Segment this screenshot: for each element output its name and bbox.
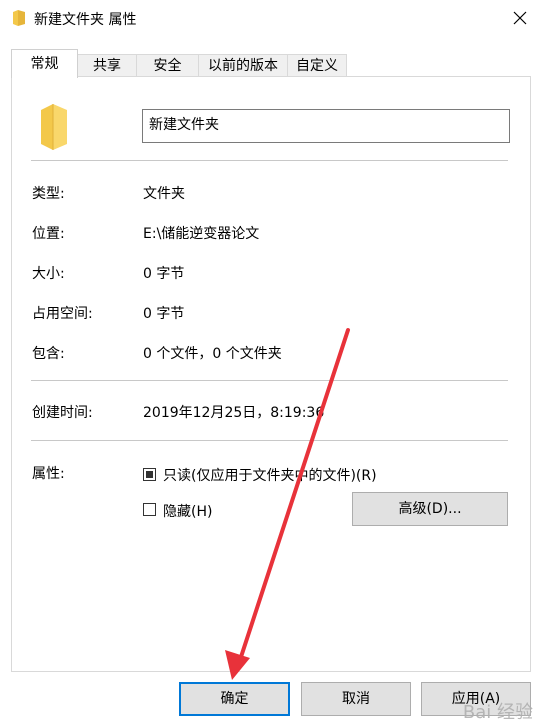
type-label: 类型: <box>32 186 65 202</box>
close-icon <box>513 11 527 25</box>
size-on-disk-value: 0 字节 <box>143 306 185 322</box>
window-title: 新建文件夹 属性 <box>34 12 137 28</box>
created-label: 创建时间: <box>32 405 93 421</box>
size-value: 0 字节 <box>143 266 185 282</box>
tab-bar: 常规 共享 安全 以前的版本 自定义 <box>11 49 531 78</box>
created-value: 2019年12月25日，8:19:36 <box>143 405 325 421</box>
cancel-button[interactable]: 取消 <box>301 682 411 716</box>
tab-previous-versions[interactable]: 以前的版本 <box>198 54 288 76</box>
size-on-disk-label: 占用空间: <box>32 306 93 322</box>
divider <box>31 440 508 441</box>
folder-icon <box>13 10 25 26</box>
readonly-checkbox[interactable] <box>143 468 156 481</box>
readonly-label: 只读(仅应用于文件夹中的文件)(R) <box>163 468 377 484</box>
title-bar: 新建文件夹 属性 <box>0 0 543 36</box>
divider <box>31 380 508 381</box>
folder-name-input[interactable]: 新建文件夹 <box>142 109 510 143</box>
contains-label: 包含: <box>32 346 65 362</box>
location-value: E:\储能逆变器论文 <box>143 226 260 242</box>
location-label: 位置: <box>32 226 65 242</box>
contains-value: 0 个文件，0 个文件夹 <box>143 346 282 362</box>
tab-customize[interactable]: 自定义 <box>287 54 347 76</box>
tab-general[interactable]: 常规 <box>11 49 78 78</box>
size-label: 大小: <box>32 266 65 282</box>
tab-security[interactable]: 安全 <box>136 54 199 76</box>
advanced-button[interactable]: 高级(D)... <box>352 492 508 526</box>
folder-icon <box>41 104 67 150</box>
watermark-text: Bai 经验 <box>462 702 533 723</box>
close-button[interactable] <box>497 0 543 36</box>
attributes-label: 属性: <box>32 466 65 482</box>
tab-sharing[interactable]: 共享 <box>77 54 137 76</box>
hidden-label: 隐藏(H) <box>163 504 213 520</box>
divider <box>31 160 508 161</box>
tab-panel-general <box>11 76 531 672</box>
hidden-checkbox[interactable] <box>143 503 156 516</box>
type-value: 文件夹 <box>143 186 185 202</box>
ok-button[interactable]: 确定 <box>179 682 290 716</box>
